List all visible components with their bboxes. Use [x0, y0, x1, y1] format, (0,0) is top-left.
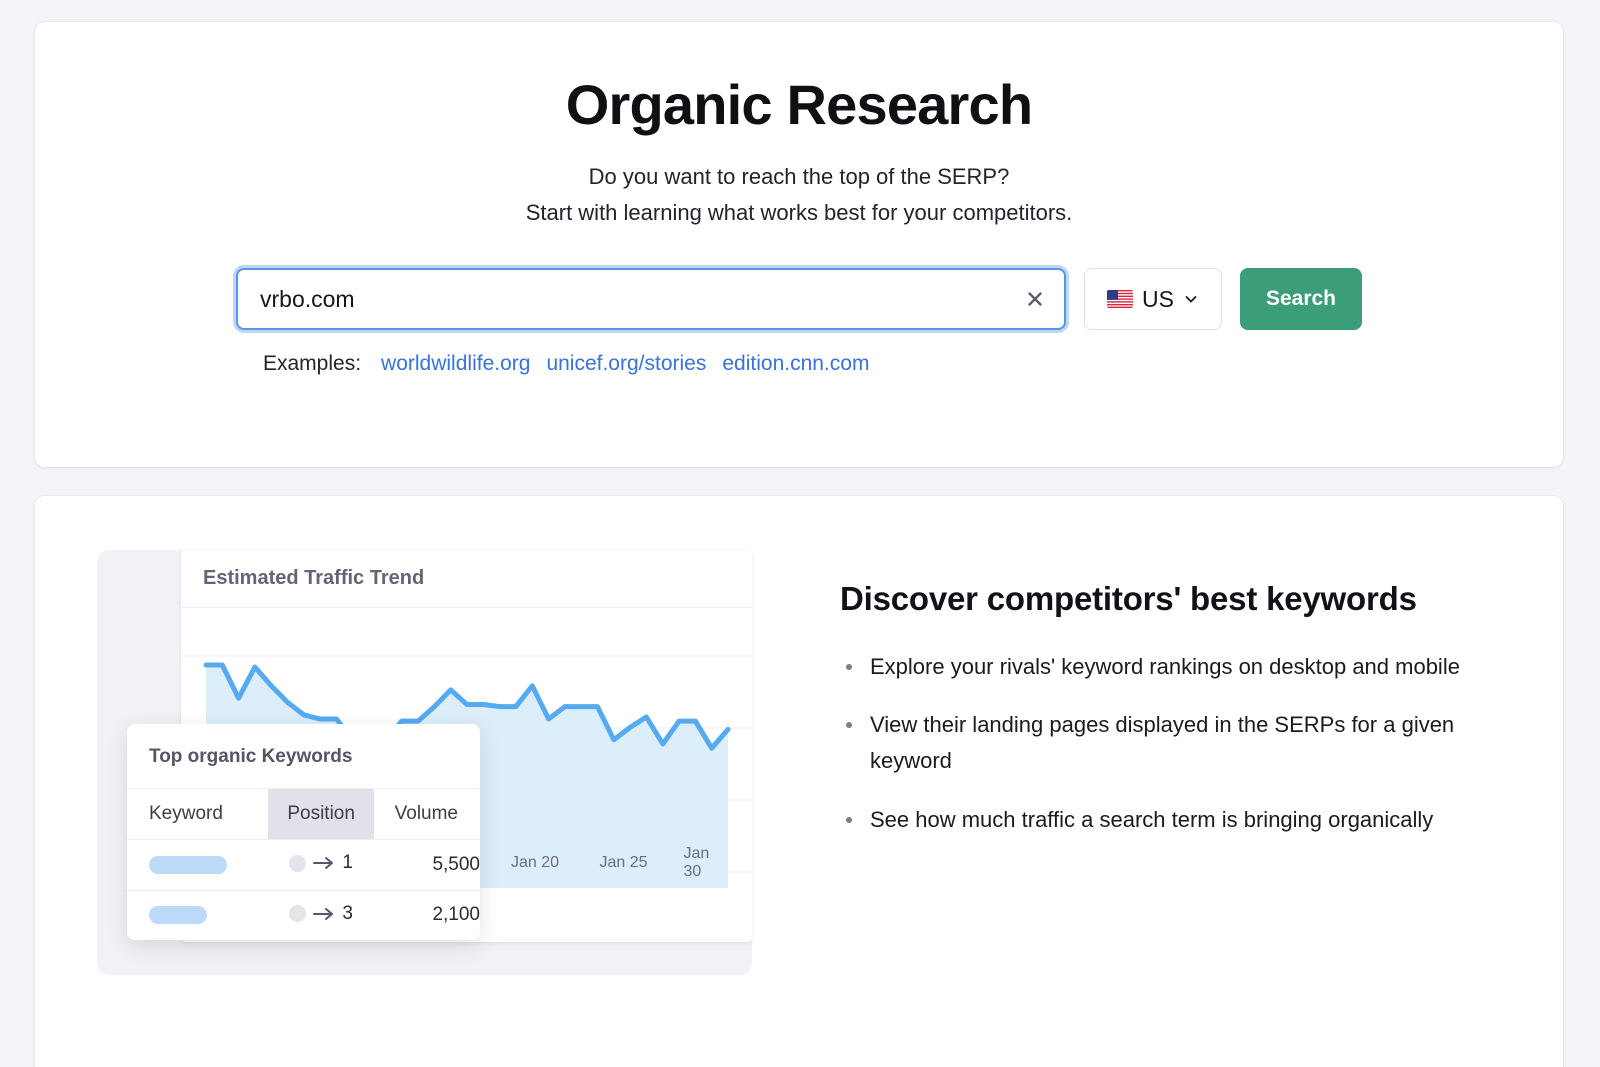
column-header-volume[interactable]: Volume — [374, 789, 480, 840]
page-root: Organic Research Do you want to reach th… — [0, 0, 1600, 1067]
keyword-placeholder-bar — [149, 855, 227, 874]
search-button[interactable]: Search — [1240, 268, 1362, 331]
country-selector[interactable]: US — [1084, 268, 1222, 331]
keywords-table: Keyword Position Volume 1 5,500 3 2,100 — [127, 789, 480, 940]
position-cell: 3 — [268, 889, 375, 940]
page-title: Organic Research — [565, 73, 1033, 136]
keyword-placeholder-bar — [149, 906, 207, 925]
search-input[interactable] — [238, 270, 1064, 329]
list-item: Explore your rivals' keyword rankings on… — [840, 649, 1495, 685]
table-row: 3 2,100 — [127, 889, 480, 940]
feature-heading: Discover competitors' best keywords — [840, 580, 1417, 617]
country-label: US — [1142, 285, 1174, 312]
examples-row: Examples: worldwildlife.org unicef.org/s… — [35, 352, 1563, 376]
arrow-right-icon — [313, 907, 334, 920]
position-value: 1 — [342, 852, 353, 873]
subtitle-line-2: Start with learning what works best for … — [525, 199, 1073, 225]
search-input-wrapper[interactable] — [236, 268, 1066, 331]
chart-header: Estimated Traffic Trend — [181, 550, 752, 608]
column-header-keyword[interactable]: Keyword — [127, 789, 268, 840]
position-dot-icon — [289, 905, 307, 922]
volume-value: 5,500 — [374, 839, 480, 890]
chart-title: Estimated Traffic Trend — [203, 567, 425, 589]
list-item: See how much traffic a search term is br… — [840, 802, 1495, 838]
chevron-down-icon — [1185, 296, 1197, 303]
position-cell: 1 — [268, 839, 375, 890]
feature-text-column: Discover competitors' best keywords Expl… — [840, 578, 1495, 860]
x-tick-label: Jan 25 — [599, 854, 648, 871]
column-header-position[interactable]: Position — [268, 789, 375, 840]
list-item: View their landing pages displayed in th… — [840, 707, 1495, 780]
table-row: 1 5,500 — [127, 839, 480, 890]
example-link-unicef[interactable]: unicef.org/stories — [546, 352, 706, 376]
page-subtitle: Do you want to reach the top of the SERP… — [35, 159, 1563, 231]
keywords-panel-title: Top organic Keywords — [127, 724, 480, 789]
arrow-right-icon — [313, 857, 334, 869]
clear-input-button[interactable] — [1022, 286, 1048, 312]
search-row: US Search — [35, 268, 1563, 331]
feature-bullet-list: Explore your rivals' keyword rankings on… — [840, 649, 1495, 838]
example-link-worldwildlife[interactable]: worldwildlife.org — [381, 352, 530, 376]
examples-label: Examples: — [263, 352, 362, 376]
example-link-cnn[interactable]: edition.cnn.com — [722, 352, 869, 376]
close-icon — [1028, 292, 1042, 307]
x-tick-label: Jan 20 — [510, 854, 560, 871]
table-header-row: Keyword Position Volume — [127, 789, 480, 840]
us-flag-icon — [1107, 290, 1134, 309]
feature-illustration: Estimated Traffic Trend Jan 20 Jan 25 Ja… — [97, 550, 752, 975]
position-dot-icon — [289, 854, 307, 872]
keyword-cell — [127, 889, 269, 940]
volume-value: 2,100 — [374, 889, 480, 940]
top-organic-keywords-panel: Top organic Keywords Keyword Position Vo… — [127, 724, 480, 940]
subtitle-line-1: Do you want to reach the top of the SERP… — [588, 163, 1010, 189]
keyword-cell — [127, 839, 269, 890]
position-value: 3 — [342, 902, 353, 924]
organic-research-hero-card: Organic Research Do you want to reach th… — [35, 22, 1563, 467]
x-tick-label: Jan 30 — [683, 845, 710, 880]
feature-card: Estimated Traffic Trend Jan 20 Jan 25 Ja… — [35, 496, 1563, 1067]
